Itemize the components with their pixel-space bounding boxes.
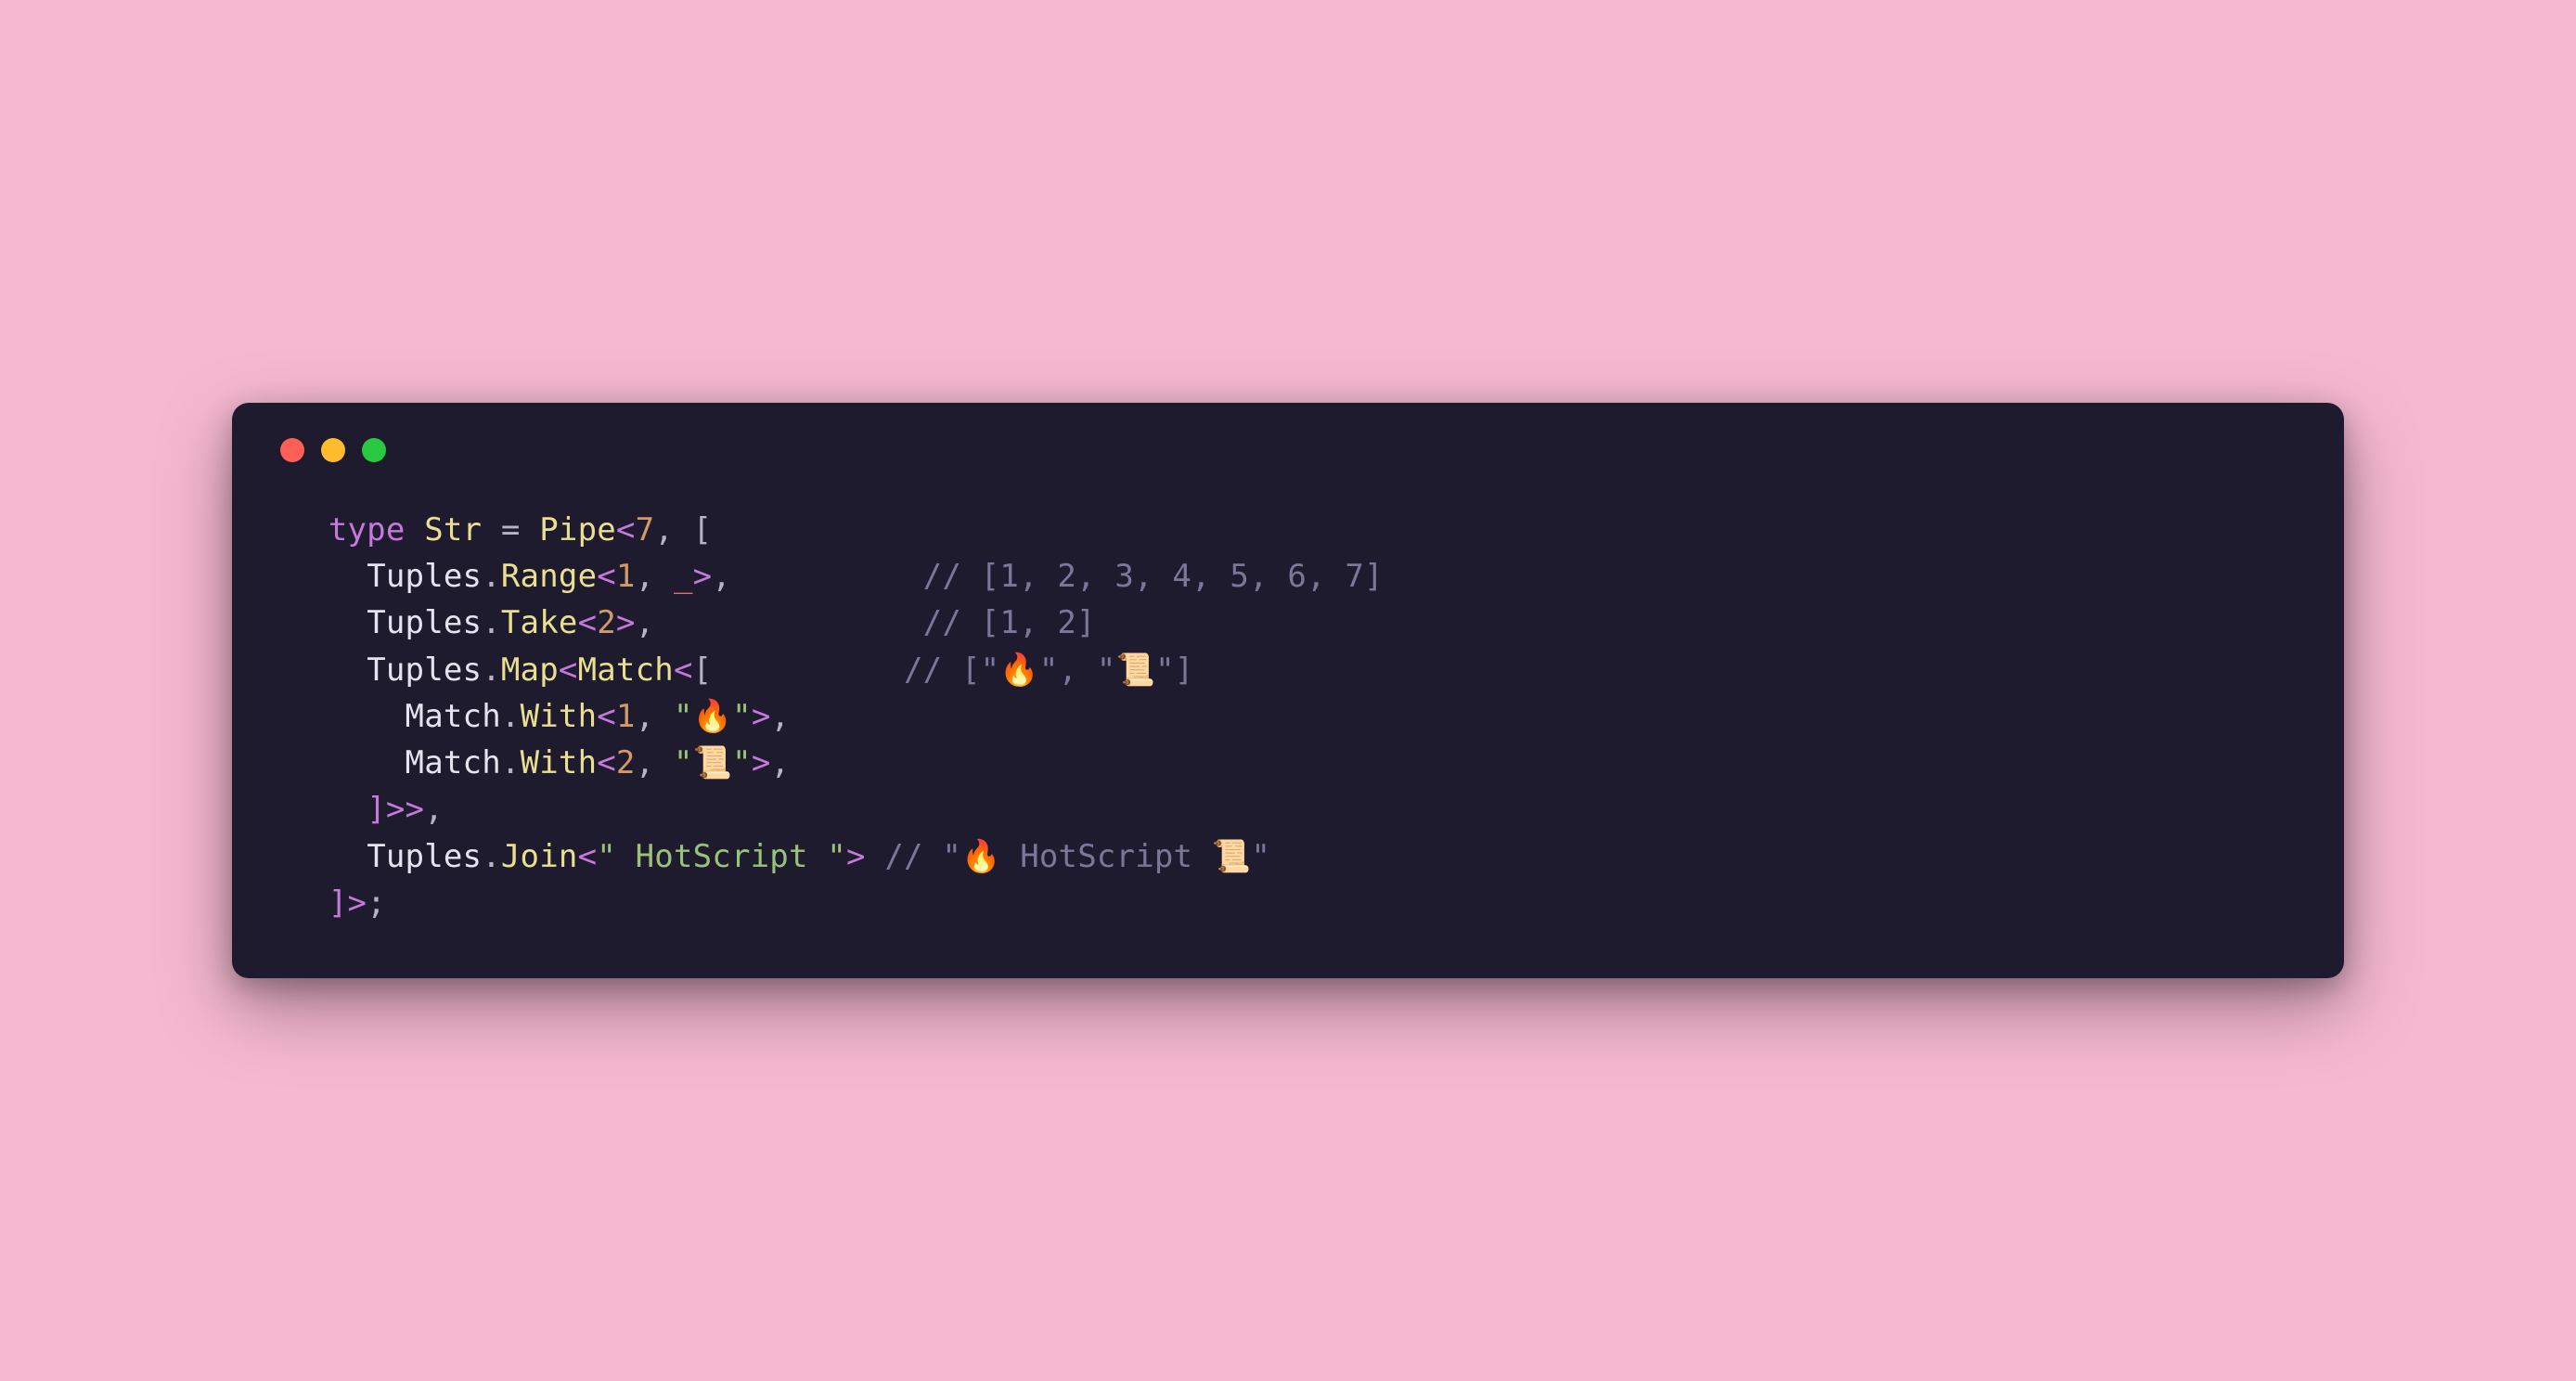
dot: .: [501, 744, 521, 781]
indent: [328, 744, 406, 781]
comment: // "🔥 HotScript 📜": [884, 838, 1270, 875]
comment: // ["🔥", "📜"]: [904, 652, 1193, 689]
comma: ,: [424, 791, 444, 828]
comment: // [1, 2, 3, 4, 5, 6, 7]: [923, 558, 1384, 595]
dot: .: [482, 604, 501, 641]
type-pipe: Pipe: [539, 511, 616, 549]
string-literal: " HotScript ": [597, 838, 846, 875]
placeholder: _: [674, 558, 693, 595]
dot: .: [482, 652, 501, 689]
ident-match: Match: [406, 698, 501, 735]
ident-tuples: Tuples: [367, 838, 482, 875]
dot: .: [482, 838, 501, 875]
comma: ,: [770, 698, 790, 735]
bracket-open: [: [693, 652, 713, 689]
angle-close: >: [616, 604, 636, 641]
dot: .: [501, 698, 521, 735]
space: [654, 558, 674, 595]
indent: [328, 558, 367, 595]
bracket-open: [: [693, 511, 713, 549]
minimize-icon: [321, 438, 345, 462]
number-literal: 7: [636, 511, 655, 549]
number-literal: 1: [616, 558, 636, 595]
indent: [328, 652, 367, 689]
comma: ,: [770, 744, 790, 781]
indent: [328, 698, 406, 735]
angle-close: >: [752, 698, 771, 735]
angle-close: >: [752, 744, 771, 781]
close-brackets: ]>>: [367, 791, 424, 828]
angle-open: <: [559, 652, 578, 689]
equals: =: [501, 511, 521, 549]
comma: ,: [636, 558, 655, 595]
comma: ,: [636, 744, 655, 781]
type-map: Map: [501, 652, 559, 689]
number-literal: 1: [616, 698, 636, 735]
angle-open: <: [578, 604, 598, 641]
dot: .: [482, 558, 501, 595]
type-name: Str: [424, 511, 482, 549]
number-literal: 2: [616, 744, 636, 781]
close-brackets: ]>: [328, 884, 367, 922]
comma: ,: [636, 604, 655, 641]
ident-tuples: Tuples: [367, 652, 482, 689]
angle-close: >: [693, 558, 713, 595]
comma: ,: [636, 698, 655, 735]
padding: [654, 604, 922, 641]
space: [654, 744, 674, 781]
padding: [712, 652, 904, 689]
type-take: Take: [501, 604, 578, 641]
padding: [731, 558, 923, 595]
space: [866, 838, 885, 875]
keyword-type: type: [328, 511, 406, 549]
ident-tuples: Tuples: [367, 558, 482, 595]
angle-open: <: [597, 744, 616, 781]
string-literal: "🔥": [674, 698, 752, 735]
angle-close: >: [846, 838, 866, 875]
traffic-lights: [280, 438, 2299, 462]
type-join: Join: [501, 838, 578, 875]
type-with: With: [521, 698, 598, 735]
comma: ,: [654, 511, 674, 549]
indent: [328, 838, 367, 875]
type-range: Range: [501, 558, 597, 595]
code-block: type Str = Pipe<7, [ Tuples.Range<1, _>,…: [277, 507, 2299, 927]
angle-open: <: [674, 652, 693, 689]
indent: [328, 791, 367, 828]
angle-open: <: [616, 511, 636, 549]
angle-open: <: [597, 558, 616, 595]
type-with: With: [521, 744, 598, 781]
string-literal: "📜": [674, 744, 752, 781]
number-literal: 2: [597, 604, 616, 641]
angle-open: <: [597, 698, 616, 735]
comment: // [1, 2]: [923, 604, 1096, 641]
comma: ,: [712, 558, 731, 595]
space: [654, 698, 674, 735]
type-match: Match: [578, 652, 674, 689]
semicolon: ;: [367, 884, 386, 922]
ident-match: Match: [406, 744, 501, 781]
close-icon: [280, 438, 304, 462]
maximize-icon: [362, 438, 386, 462]
indent: [328, 604, 367, 641]
angle-open: <: [578, 838, 598, 875]
code-window: type Str = Pipe<7, [ Tuples.Range<1, _>,…: [232, 403, 2344, 979]
ident-tuples: Tuples: [367, 604, 482, 641]
